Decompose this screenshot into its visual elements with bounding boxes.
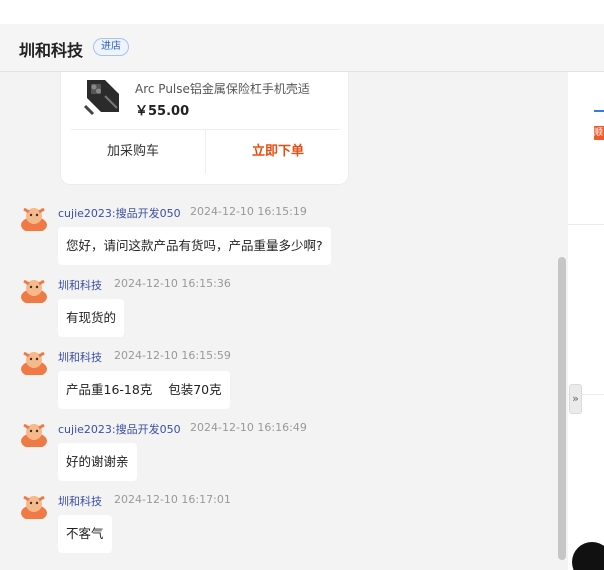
shop-avatar-icon xyxy=(21,351,47,375)
product-card[interactable]: Arc Pulse铝金属保险杠手机壳适 ￥55.00 加采购车 立即下单 xyxy=(60,72,349,185)
panel-avatar xyxy=(572,542,604,570)
message-bubble: 有现货的 xyxy=(58,299,125,337)
message-sender: 圳和科技 xyxy=(58,279,102,292)
message-item: 圳和科技 2024-12-10 16:15:36 有现货的 xyxy=(0,275,568,347)
right-side-panel: 顺 xyxy=(568,72,604,570)
top-strip xyxy=(0,0,604,24)
message-time: 2024-12-10 16:15:59 xyxy=(114,349,231,362)
message-bubble: 不客气 xyxy=(58,515,112,553)
message-bubble: 产品重16-18克 包装70克 xyxy=(58,371,230,409)
panel-divider xyxy=(568,224,604,225)
product-price: ￥55.00 xyxy=(135,104,190,119)
panel-badge: 顺 xyxy=(594,126,604,140)
double-chevron-right-icon[interactable]: » xyxy=(569,384,582,414)
message-item: cujie2023:搜品开发050 2024-12-10 16:15:19 您好… xyxy=(0,203,568,275)
message-time: 2024-12-10 16:15:36 xyxy=(114,277,231,290)
enter-shop-button[interactable]: 进店 xyxy=(93,38,129,56)
product-title[interactable]: Arc Pulse铝金属保险杠手机壳适 xyxy=(135,80,310,97)
message-sender: cujie2023:搜品开发050 xyxy=(58,207,181,220)
user-avatar-icon xyxy=(21,423,47,447)
user-avatar-icon xyxy=(21,207,47,231)
message-bubble: 好的谢谢亲 xyxy=(58,443,137,481)
message-bubble: 您好，请问这款产品有货吗，产品重量多少啊? xyxy=(58,227,331,265)
chat-header: 圳和科技 进店 xyxy=(0,24,604,72)
chat-scrollbar[interactable] xyxy=(557,72,568,570)
active-tab-indicator xyxy=(594,110,604,112)
message-item: cujie2023:搜品开发050 2024-12-10 16:16:49 好的… xyxy=(0,419,568,491)
product-thumbnail xyxy=(83,76,123,116)
scrollbar-thumb[interactable] xyxy=(558,257,566,560)
message-item: 圳和科技 2024-12-10 16:15:59 产品重16-18克 包装70克 xyxy=(0,347,568,419)
message-time: 2024-12-10 16:15:19 xyxy=(190,205,307,218)
message-sender: 圳和科技 xyxy=(58,495,102,508)
chat-message-area: Arc Pulse铝金属保险杠手机壳适 ￥55.00 加采购车 立即下单 cuj… xyxy=(0,72,568,570)
message-time: 2024-12-10 16:17:01 xyxy=(114,493,231,506)
add-to-cart-button[interactable]: 加采购车 xyxy=(61,130,205,174)
message-item: 圳和科技 2024-12-10 16:17:01 不客气 xyxy=(0,491,568,563)
message-sender: cujie2023:搜品开发050 xyxy=(58,423,181,436)
message-time: 2024-12-10 16:16:49 xyxy=(190,421,307,434)
shop-avatar-icon xyxy=(21,495,47,519)
shop-avatar-icon xyxy=(21,279,47,303)
order-now-button[interactable]: 立即下单 xyxy=(206,130,350,174)
shop-name: 圳和科技 xyxy=(19,41,84,60)
message-sender: 圳和科技 xyxy=(58,351,102,364)
